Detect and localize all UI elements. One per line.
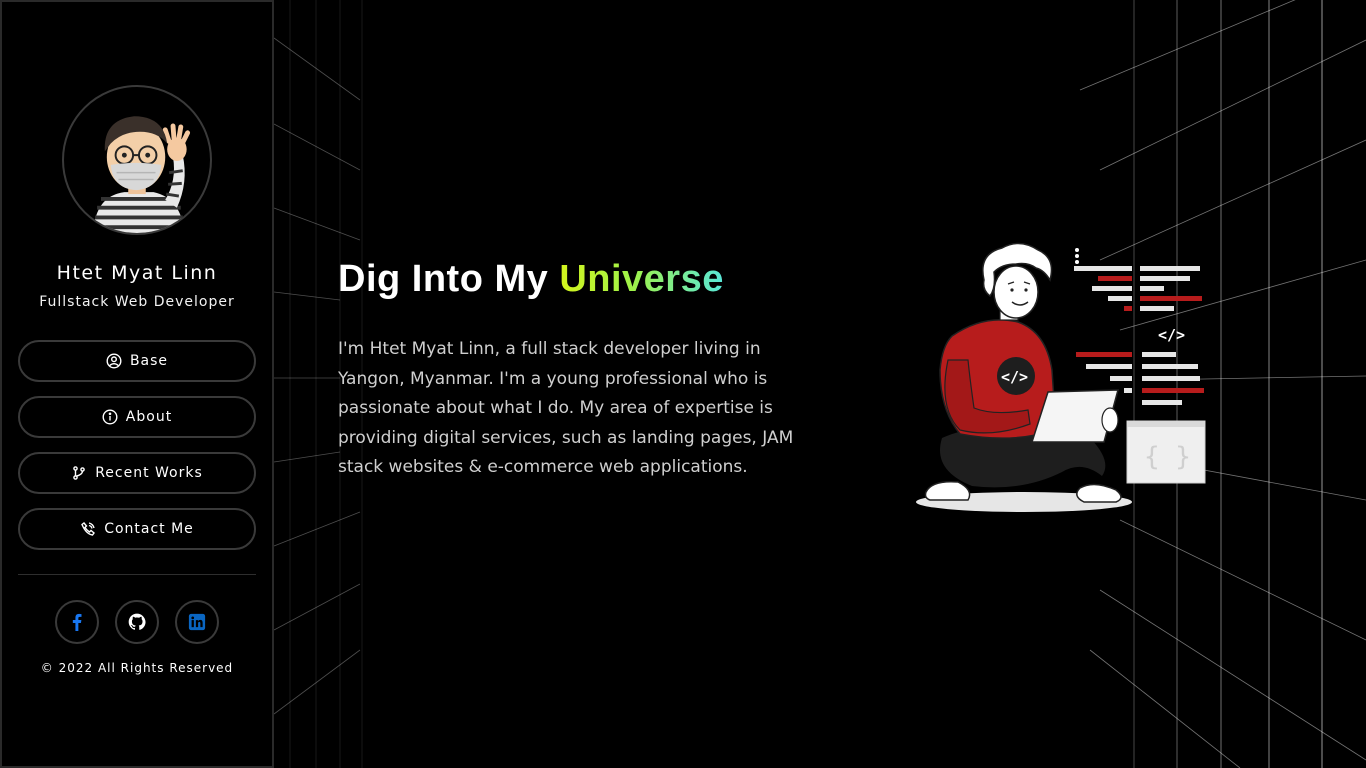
nav-about-label: About xyxy=(125,409,173,425)
nav-contact-me-label: Contact Me xyxy=(104,521,194,537)
hero-title-main: Dig Into My xyxy=(338,258,560,300)
avatar xyxy=(62,85,212,235)
social-links xyxy=(55,600,219,644)
copyright-text: © 2022 All Rights Reserved xyxy=(40,661,234,675)
facebook-icon xyxy=(72,613,82,631)
profile-name: Htet Myat Linn xyxy=(56,262,218,284)
sidebar: Htet Myat Linn Fullstack Web Developer B… xyxy=(0,0,274,768)
braces-text: { } xyxy=(1144,442,1191,472)
profile-role: Fullstack Web Developer xyxy=(39,294,235,310)
shirt-code-tag-text: </> xyxy=(1001,368,1028,386)
nav-recent-works-button[interactable]: Recent Works xyxy=(18,452,256,494)
github-link[interactable] xyxy=(115,600,159,644)
hero-title-accent: Universe xyxy=(559,258,724,300)
code-tag-text: </> xyxy=(1158,326,1185,344)
git-branch-icon xyxy=(73,466,86,480)
hero-section: Dig Into My Universe I'm Htet Myat Linn,… xyxy=(338,258,858,483)
linkedin-link[interactable] xyxy=(175,600,219,644)
nav-about-button[interactable]: About xyxy=(18,396,256,438)
hero-title: Dig Into My Universe xyxy=(338,258,858,301)
sidebar-divider xyxy=(18,574,256,575)
facebook-link[interactable] xyxy=(55,600,99,644)
nav-base-button[interactable]: Base xyxy=(18,340,256,382)
github-icon xyxy=(128,613,146,630)
linkedin-icon xyxy=(188,613,206,631)
nav-contact-me-button[interactable]: Contact Me xyxy=(18,508,256,550)
user-circle-icon xyxy=(106,353,122,369)
signal-icon xyxy=(81,522,96,536)
nav-recent-works-label: Recent Works xyxy=(95,465,203,481)
nav-base-label: Base xyxy=(129,353,169,369)
developer-illustration: </> { } </> xyxy=(912,240,1212,520)
main-nav: Base About Recent Works Contact Me xyxy=(18,340,256,550)
hero-description: I'm Htet Myat Linn, a full stack develop… xyxy=(338,339,794,477)
info-icon xyxy=(102,409,118,425)
